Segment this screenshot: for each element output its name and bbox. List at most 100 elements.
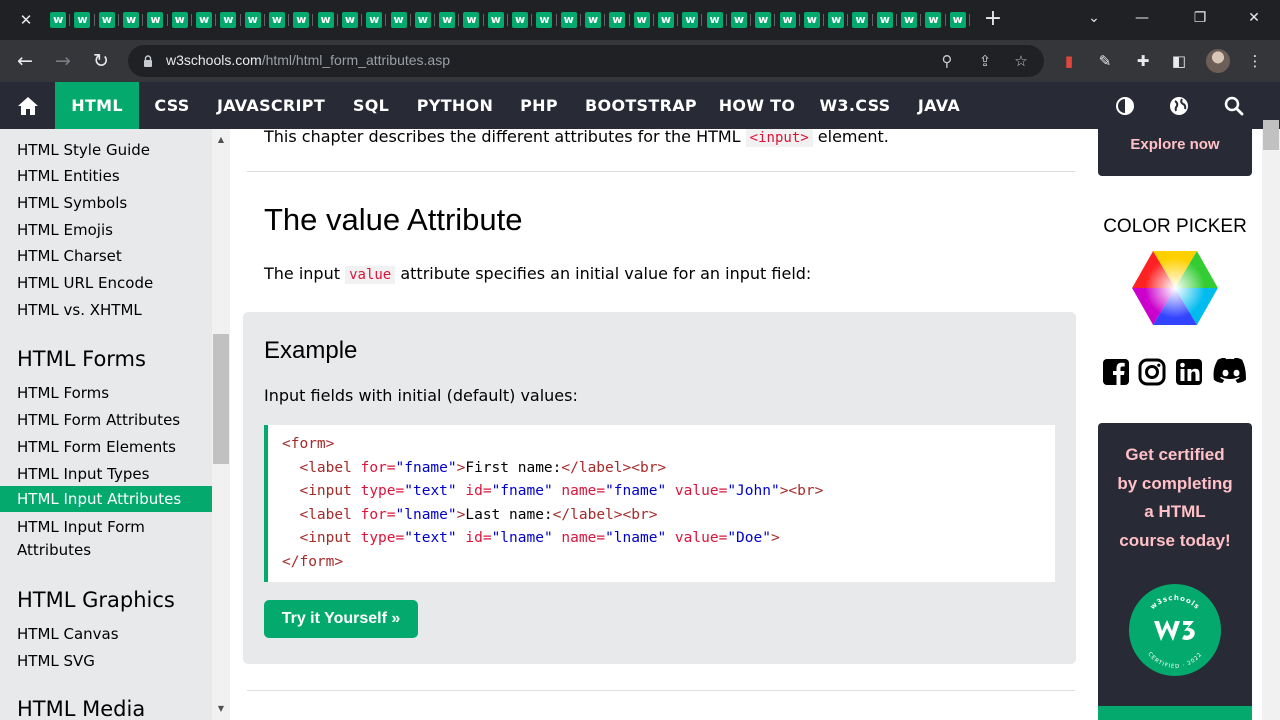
browser-tab[interactable]: w <box>46 8 71 32</box>
sidebar-item-forms[interactable]: HTML Forms <box>0 383 212 403</box>
browser-tab[interactable]: w <box>143 8 168 32</box>
sidebar-item-charset[interactable]: HTML Charset <box>0 246 212 266</box>
browser-tab[interactable]: w <box>119 8 144 32</box>
browser-tab[interactable]: w <box>824 8 849 32</box>
browser-tab[interactable]: w <box>265 8 290 32</box>
sidebar-scroll-down-icon[interactable]: ▼ <box>212 702 230 716</box>
browser-tab[interactable]: w <box>532 8 557 32</box>
extensions-puzzle-icon[interactable]: ✚ <box>1132 51 1154 71</box>
sidebar-item-form-attributes[interactable]: HTML Form Attributes <box>0 410 212 430</box>
nav-html[interactable]: HTML <box>55 82 139 129</box>
browser-tab[interactable]: w <box>386 8 412 32</box>
browser-tab[interactable]: w <box>70 8 95 32</box>
sidebar-item-symbols[interactable]: HTML Symbols <box>0 193 212 213</box>
browser-tab[interactable]: w <box>751 8 776 32</box>
browser-tab[interactable]: w <box>338 8 363 32</box>
side-panel-icon[interactable]: ◧ <box>1168 51 1190 71</box>
browser-tab[interactable]: w <box>654 8 679 32</box>
nav-python[interactable]: PYTHON <box>410 82 500 129</box>
new-tab-button[interactable]: + <box>982 8 1004 30</box>
sidebar-item-url-encode[interactable]: HTML URL Encode <box>0 273 212 293</box>
sidebar-item-form-elements[interactable]: HTML Form Elements <box>0 437 212 457</box>
browser-tab[interactable]: w <box>508 8 533 32</box>
close-window-icon[interactable]: ✕ <box>1240 6 1268 30</box>
sidebar-item-input-form-attributes[interactable]: HTML Input Form Attributes <box>0 517 212 560</box>
nav-w3css[interactable]: W3.CSS <box>812 82 898 129</box>
browser-tab[interactable]: w <box>727 8 752 32</box>
nav-sql[interactable]: SQL <box>343 82 399 129</box>
zoom-icon[interactable]: ⚲ <box>936 51 958 71</box>
sidebar-item-svg[interactable]: HTML SVG <box>0 651 212 671</box>
browser-tab[interactable]: w <box>702 8 728 32</box>
browser-tab[interactable]: w <box>557 8 582 32</box>
nav-java[interactable]: JAVA <box>908 82 970 129</box>
minimize-icon[interactable]: — <box>1128 6 1156 30</box>
sidebar-scrollbar-thumb[interactable] <box>213 334 229 464</box>
sidebar-item-input-types[interactable]: HTML Input Types <box>0 464 212 484</box>
browser-tab[interactable]: w <box>313 8 339 32</box>
browser-tab[interactable]: w <box>95 8 120 32</box>
w3schools-favicon-icon: w <box>730 12 747 28</box>
linkedin-icon[interactable] <box>1174 357 1204 387</box>
globe-icon[interactable] <box>1167 94 1191 118</box>
facebook-icon[interactable] <box>1101 357 1131 387</box>
close-tab-icon[interactable]: ✕ <box>14 9 38 31</box>
browser-tab[interactable]: w <box>897 8 922 32</box>
profile-avatar[interactable] <box>1206 49 1230 73</box>
tab-search-icon[interactable]: ⌄ <box>1080 6 1108 30</box>
nav-php[interactable]: PHP <box>511 82 567 129</box>
browser-tab[interactable]: w <box>168 8 193 32</box>
browser-tab[interactable]: w <box>921 8 946 32</box>
browser-tab[interactable]: w <box>289 8 314 32</box>
home-icon[interactable] <box>0 82 55 129</box>
browser-tab[interactable]: w <box>216 8 241 32</box>
page-scrollbar-thumb[interactable] <box>1263 120 1279 150</box>
share-icon[interactable]: ⇪ <box>974 51 996 71</box>
try-it-yourself-button[interactable]: Try it Yourself » <box>264 600 418 638</box>
browser-tab[interactable]: w <box>362 8 387 32</box>
address-bar[interactable]: w3schools.com/html/html_form_attributes.… <box>128 45 1044 77</box>
page-scrollbar[interactable] <box>1262 129 1280 720</box>
sidebar-item-style-guide[interactable]: HTML Style Guide <box>0 140 212 160</box>
reload-icon[interactable]: ↻ <box>88 49 114 73</box>
browser-tab[interactable]: w <box>800 8 825 32</box>
pdf-extension-icon[interactable]: ▮ <box>1058 51 1080 71</box>
browser-tab[interactable]: w <box>605 8 630 32</box>
sidebar-item-vs-xhtml[interactable]: HTML vs. XHTML <box>0 300 212 320</box>
restore-icon[interactable]: ❐ <box>1186 6 1214 30</box>
browser-tab[interactable]: w <box>630 8 655 32</box>
bookmark-star-icon[interactable]: ☆ <box>1010 51 1032 71</box>
nav-javascript[interactable]: JAVASCRIPT <box>209 82 333 129</box>
discord-icon[interactable] <box>1212 357 1250 387</box>
color-picker-wheel-icon[interactable] <box>1131 249 1219 327</box>
explore-now-link[interactable]: Explore now <box>1098 129 1252 176</box>
dark-mode-icon[interactable] <box>1113 94 1137 118</box>
browser-tab[interactable]: w <box>946 8 971 32</box>
browser-tab[interactable]: w <box>411 8 436 32</box>
sidebar-item-canvas[interactable]: HTML Canvas <box>0 624 212 644</box>
sidebar-item-input-attributes[interactable]: HTML Input Attributes <box>0 486 212 512</box>
browser-tab[interactable]: w <box>873 8 898 32</box>
sidebar-item-emojis[interactable]: HTML Emojis <box>0 220 212 240</box>
instagram-icon[interactable] <box>1137 357 1167 387</box>
browser-tab[interactable]: w <box>848 8 873 32</box>
browser-tab[interactable]: w <box>775 8 801 32</box>
browser-tab[interactable]: w <box>678 8 703 32</box>
browser-tab[interactable]: w <box>241 8 266 32</box>
browser-tab[interactable]: w <box>581 8 606 32</box>
menu-kebab-icon[interactable]: ⋮ <box>1244 51 1266 71</box>
search-icon[interactable] <box>1222 94 1246 118</box>
browser-tab[interactable]: w <box>192 8 217 32</box>
browser-tab[interactable]: w <box>435 8 460 32</box>
back-icon[interactable]: ← <box>12 49 38 73</box>
sidebar-scroll-up-icon[interactable]: ▲ <box>212 133 230 147</box>
browser-tab[interactable]: w <box>484 8 509 32</box>
browser-tab[interactable]: w <box>459 8 484 32</box>
nav-howto[interactable]: HOW TO <box>714 82 800 129</box>
pen-extension-icon[interactable]: ✎ <box>1094 51 1116 71</box>
nav-bootstrap[interactable]: BOOTSTRAP <box>578 82 704 129</box>
nav-css[interactable]: CSS <box>145 82 199 129</box>
sidebar-item-entities[interactable]: HTML Entities <box>0 166 212 186</box>
get-certified-card[interactable]: Get certified by completing a HTML cours… <box>1098 423 1252 720</box>
forward-icon[interactable]: → <box>50 49 76 73</box>
